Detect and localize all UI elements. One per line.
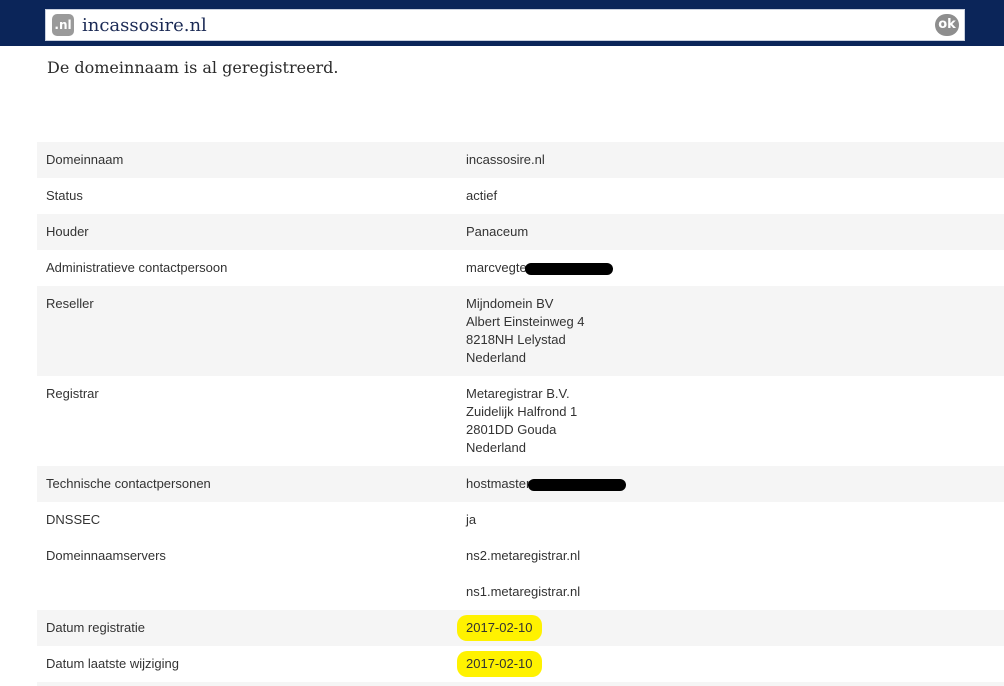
value-line: 2017-02-10 [457,651,1004,677]
row-value: Mijndomein BV Albert Einsteinweg 4 8218N… [457,286,1004,376]
table-row: Registrar Metaregistrar B.V. Zuidelijk H… [37,376,1004,466]
row-label: Administratieve contactpersoon [46,260,228,275]
value-line: actief [466,188,498,203]
redaction-mark [528,478,627,491]
value-line: Albert Einsteinweg 4 [466,314,585,329]
value-line: hostmaster [466,475,1004,493]
redaction-mark [524,262,613,275]
row-value: ja [457,502,1004,538]
row-label: Datum laatste wijziging [46,656,179,671]
row-value: incassosire.nl [457,142,1004,178]
row-label: Domeinnaamservers [46,548,166,563]
row-value: 2017-02-10 [457,610,1004,646]
value-line: Metaregistrar B.V. [466,386,570,401]
status-message: De domeinnaam is al geregistreerd. [47,58,339,77]
value-line: ns1.metaregistrar.nl [466,584,581,599]
domain-search-box[interactable]: .nl ok [45,9,965,41]
highlighted-date: 2017-02-10 [457,651,542,677]
value-line: Nederland [466,350,526,365]
contact-handle: hostmaster [466,476,531,491]
table-row: Administratieve contactpersoon marcvegte [37,250,1004,286]
table-row: Reseller Mijndomein BV Albert Einsteinwe… [37,286,1004,376]
row-value: Metaregistrar B.V. Zuidelijk Halfrond 1 … [457,376,1004,466]
row-value: 2017-02-10 [457,646,1004,682]
value-line: 2017-02-10 [457,615,1004,641]
nl-tld-icon: .nl [52,14,74,36]
row-label: Status [46,188,83,203]
row-value: Panaceum [457,214,1004,250]
table-row: Houder Panaceum [37,214,1004,250]
table-row: Datum laatste wijziging 2017-02-10 [37,646,1004,682]
row-value: ns2.metaregistrar.nl [457,538,1004,574]
domain-input[interactable] [82,10,902,40]
value-line: Panaceum [466,224,529,239]
row-label: Houder [46,224,89,239]
value-line: Mijndomein BV [466,296,554,311]
value-line: 2801DD Gouda [466,422,557,437]
whois-table: Domeinnaam incassosire.nl Status actief … [37,142,1004,686]
row-label: Reseller [46,296,94,311]
row-label: Datum registratie [46,620,145,635]
row-value: ns1.metaregistrar.nl [457,574,1004,610]
row-label [37,574,457,610]
value-line: Nederland [466,440,526,455]
table-row: Technische contactpersonen hostmaster [37,466,1004,502]
table-row: DNSSEC ja [37,502,1004,538]
row-value: marcvegte [457,250,1004,286]
highlighted-date: 2017-02-10 [457,615,542,641]
table-row: Status actief [37,178,1004,214]
row-value: actief [457,178,1004,214]
table-row: Domeinnaam incassosire.nl [37,142,1004,178]
row-label: Domeinnaam [46,152,124,167]
row-label: Registrar [46,386,99,401]
row-value: hostmaster [457,466,1004,502]
table-row-partial [37,682,1004,686]
value-line: ns2.metaregistrar.nl [466,548,581,563]
row-label: DNSSEC [46,512,101,527]
value-line: 8218NH Lelystad [466,332,566,347]
ok-button[interactable]: ok [935,14,959,36]
contact-handle: marcvegte [466,260,527,275]
value-line: Zuidelijk Halfrond 1 [466,404,578,419]
table-row: Domeinnaamservers ns2.metaregistrar.nl [37,538,1004,574]
row-label: Technische contactpersonen [46,476,211,491]
value-line: incassosire.nl [466,152,545,167]
top-bar: .nl ok [0,0,1004,46]
table-row: Datum registratie 2017-02-10 [37,610,1004,646]
value-line: marcvegte [466,259,1004,277]
value-line: ja [466,512,477,527]
table-row: ns1.metaregistrar.nl [37,574,1004,610]
